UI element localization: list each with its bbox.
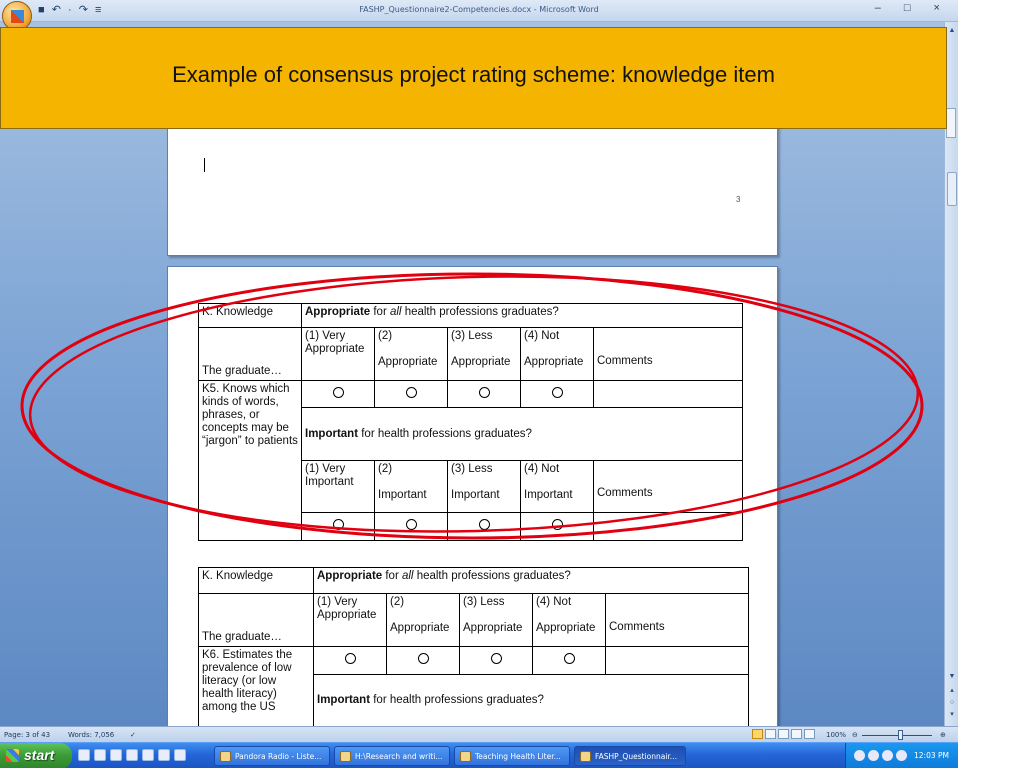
comments-header: Comments (593, 327, 743, 381)
outline-icon[interactable] (791, 729, 802, 739)
windows-flag-icon (6, 749, 19, 762)
appropriate-question: Appropriate for all health professions g… (301, 303, 743, 328)
scale-header-1: (1) Very Appropriate (301, 327, 375, 381)
quick-launch (78, 748, 208, 764)
app3-icon[interactable] (174, 749, 186, 761)
radio-k6-appropriate-1[interactable] (313, 646, 387, 675)
radio-appropriate-1[interactable] (301, 380, 375, 408)
tray-icon-3[interactable] (882, 750, 893, 761)
view-buttons (752, 729, 824, 741)
rating-table-k5: K. Knowledge Appropriate for all health … (198, 303, 743, 541)
mail-icon[interactable] (126, 749, 138, 761)
item-text: K5. Knows which kinds of words, phrases,… (198, 380, 302, 541)
web-layout-icon[interactable] (778, 729, 789, 739)
scrollbar-thumb[interactable] (947, 172, 957, 206)
draft-icon[interactable] (804, 729, 815, 739)
task-teaching[interactable]: Teaching Health Liter... (454, 746, 570, 766)
text-cursor (204, 158, 205, 172)
stem-label-2: The graduate… (198, 593, 314, 647)
media-icon[interactable] (110, 749, 122, 761)
title-bar: ■ ↶ · ↷ ≡ FASHP_Questionnaire2-Competenc… (0, 0, 958, 22)
important-scale-2: (2) Important (374, 460, 448, 513)
document-page-3 (167, 118, 778, 256)
status-bar: Page: 3 of 43 Words: 7,056 ✓ 100% ⊖ ⊕ (0, 726, 958, 742)
radio-appropriate-2[interactable] (374, 380, 448, 408)
browse-object-icon[interactable]: ○ (947, 698, 957, 708)
important-question-2: Important for health professions graduat… (313, 674, 749, 727)
zoom-in-icon[interactable]: ⊕ (940, 731, 946, 739)
scale-header-2-2: (2) Appropriate (386, 593, 460, 647)
clock: 12:03 PM (914, 751, 949, 760)
zoom-slider-knob[interactable] (898, 730, 903, 740)
page-count[interactable]: Page: 3 of 43 (4, 731, 50, 739)
tray-icon-2[interactable] (868, 750, 879, 761)
word-count[interactable]: Words: 7,056 (68, 731, 114, 739)
folder-icon (340, 751, 351, 762)
radio-appropriate-3[interactable] (447, 380, 521, 408)
view-ruler-toggle[interactable] (946, 108, 956, 138)
zoom-level[interactable]: 100% (826, 731, 846, 739)
system-tray: 12:03 PM (845, 743, 958, 768)
important-comments-header: Comments (593, 460, 743, 513)
stem-label: The graduate… (198, 327, 302, 381)
radio-important-3[interactable] (447, 512, 521, 541)
radio-k6-appropriate-4[interactable] (532, 646, 606, 675)
item-text-2: K6. Estimates the prevalence of low lite… (198, 646, 314, 727)
previous-page-icon[interactable]: ▴ (947, 686, 957, 696)
domain-label: K. Knowledge (198, 303, 302, 328)
banner-title: Example of consensus project rating sche… (172, 62, 775, 87)
comments-header-2: Comments (605, 593, 749, 647)
zoom-slider[interactable] (862, 735, 932, 736)
important-scale-3: (3) Less Important (447, 460, 521, 513)
scroll-down-icon[interactable]: ▼ (947, 672, 957, 682)
page-number: 3 (736, 195, 741, 204)
task-explorer[interactable]: H:\Research and writi... (334, 746, 450, 766)
browser-task-icon (220, 751, 231, 762)
next-page-icon[interactable]: ▾ (947, 710, 957, 720)
task-word[interactable]: FASHP_Questionnair... (574, 746, 686, 766)
tray-icon-1[interactable] (854, 750, 865, 761)
scroll-up-icon[interactable]: ▲ (947, 26, 957, 36)
scale-header-2-4: (4) Not Appropriate (532, 593, 606, 647)
zoom-out-icon[interactable]: ⊖ (852, 731, 858, 739)
word-icon (580, 751, 591, 762)
scale-header-2-1: (1) Very Appropriate (313, 593, 387, 647)
app-icon[interactable] (142, 749, 154, 761)
full-screen-icon[interactable] (765, 729, 776, 739)
important-scale-4: (4) Not Important (520, 460, 594, 513)
important-question: Important for health professions graduat… (301, 407, 743, 461)
document-icon (460, 751, 471, 762)
window-title: FASHP_Questionnaire2-Competencies.docx -… (359, 5, 599, 14)
scale-header-2: (2) Appropriate (374, 327, 448, 381)
radio-appropriate-4[interactable] (520, 380, 594, 408)
taskbar: start Pandora Radio - Liste... H:\Resear… (0, 742, 958, 768)
title-banner: Example of consensus project rating sche… (0, 27, 947, 129)
scale-header-4: (4) Not Appropriate (520, 327, 594, 381)
important-scale-1: (1) Very Important (301, 460, 375, 513)
scale-header-3: (3) Less Appropriate (447, 327, 521, 381)
radio-important-2[interactable] (374, 512, 448, 541)
tray-icon-4[interactable] (896, 750, 907, 761)
important-comments-cell[interactable] (593, 512, 743, 541)
proofing-icon[interactable]: ✓ (130, 731, 136, 739)
app2-icon[interactable] (158, 749, 170, 761)
rating-table-k6: K. Knowledge Appropriate for all health … (198, 567, 749, 727)
radio-important-4[interactable] (520, 512, 594, 541)
domain-label-2: K. Knowledge (198, 567, 314, 594)
task-pandora[interactable]: Pandora Radio - Liste... (214, 746, 330, 766)
desktop-icon[interactable] (78, 749, 90, 761)
window-controls[interactable]: – □ × (875, 2, 950, 14)
scale-header-2-3: (3) Less Appropriate (459, 593, 533, 647)
appropriate-question-2: Appropriate for all health professions g… (313, 567, 749, 594)
comments-cell-2[interactable] (605, 646, 749, 675)
start-button[interactable]: start (0, 743, 72, 768)
print-layout-icon[interactable] (752, 729, 763, 739)
browser-icon[interactable] (94, 749, 106, 761)
radio-k6-appropriate-2[interactable] (386, 646, 460, 675)
office-logo-icon (11, 10, 24, 23)
radio-important-1[interactable] (301, 512, 375, 541)
comments-cell[interactable] (593, 380, 743, 408)
radio-k6-appropriate-3[interactable] (459, 646, 533, 675)
